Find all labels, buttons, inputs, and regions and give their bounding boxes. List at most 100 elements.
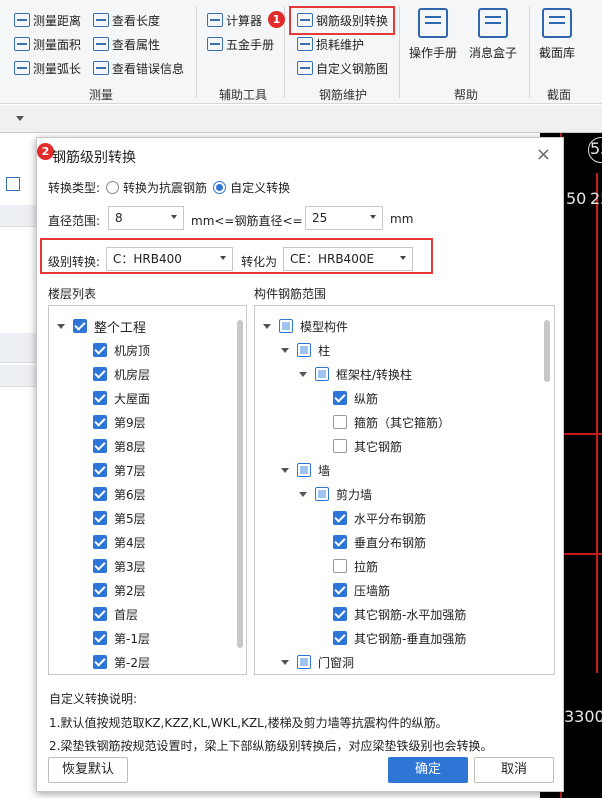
expand-caret-icon[interactable] [299,491,307,497]
floor-checkbox[interactable] [93,655,107,669]
component-checkbox[interactable] [297,343,311,357]
floor-item[interactable]: 第3层 [93,556,146,576]
component-item[interactable]: 其它钢筋 [333,436,402,456]
floor-scrollbar[interactable] [237,320,243,648]
component-checkbox[interactable] [333,559,347,573]
component-checkbox[interactable] [333,607,347,621]
restore-default-button[interactable]: 恢复默认 [48,757,128,783]
floor-item[interactable]: 大屋面 [93,388,150,408]
message-box-button[interactable]: 消息盒子 [469,8,517,61]
component-item[interactable]: 垂直分布钢筋 [333,532,426,552]
view-errors-button[interactable]: 查看错误信息 [93,58,184,78]
component-checkbox[interactable] [333,415,347,429]
component-scrollbar[interactable] [544,320,550,382]
floor-checkbox[interactable] [93,391,107,405]
component-checkbox[interactable] [279,319,293,333]
component-item[interactable]: 纵筋 [333,388,378,408]
component-checkbox[interactable] [297,655,311,669]
diameter-min-select[interactable]: 8 [108,206,184,230]
floor-item[interactable]: 机房顶 [93,340,150,360]
floor-checkbox[interactable] [93,415,107,429]
component-range-header: 构件钢筋范围 [254,287,327,301]
component-item[interactable]: 压墙筋 [333,580,390,600]
close-icon[interactable]: × [536,144,551,165]
measure-arc-button[interactable]: 测量弧长 [14,58,81,78]
floor-item[interactable]: 第6层 [93,484,146,504]
floor-checkbox[interactable] [93,463,107,477]
section-library-button[interactable]: 截面库 [539,8,575,61]
component-item[interactable]: 其它钢筋-水平加强筋 [333,604,466,624]
floor-item[interactable]: 第5层 [93,508,146,528]
floor-checkbox[interactable] [93,439,107,453]
expand-caret-icon[interactable] [263,323,271,329]
panel-tool-icon[interactable] [0,173,36,195]
component-item[interactable]: 拉筋 [333,556,378,576]
loss-maintenance-button[interactable]: 损耗维护 [297,34,364,54]
group-label-aux: 辅助工具 [219,88,268,102]
floor-checkbox[interactable] [93,607,107,621]
component-checkbox[interactable] [333,391,347,405]
measure-distance-button[interactable]: 测量距离 [14,10,81,30]
cancel-button[interactable]: 取消 [474,757,554,783]
cad-label: 25 [590,189,602,208]
floor-checkbox[interactable] [93,343,107,357]
component-item[interactable]: 模型构件 [263,316,348,336]
custom-rebar-diagram-button[interactable]: 自定义钢筋图 [297,58,388,78]
component-item[interactable]: 其它钢筋-垂直加强筋 [333,628,466,648]
floor-item[interactable]: 首层 [93,604,138,624]
floor-item-root[interactable]: 整个工程 [57,316,146,336]
floor-item[interactable]: 第9层 [93,412,146,432]
component-item[interactable]: 门窗洞 [281,652,354,672]
expand-caret-icon[interactable] [281,347,289,353]
ok-button[interactable]: 确定 [388,757,468,783]
component-checkbox[interactable] [315,487,329,501]
measure-area-button[interactable]: 测量面积 [14,34,81,54]
expand-caret-icon[interactable] [281,659,289,665]
expand-caret-icon[interactable] [57,323,65,329]
hardware-manual-button[interactable]: 五金手册 [207,34,274,54]
floor-item[interactable]: 第7层 [93,460,146,480]
component-checkbox[interactable] [333,439,347,453]
floor-item[interactable]: 第-2层 [93,652,150,672]
radio-custom-label[interactable]: 自定义转换 [230,179,290,196]
view-properties-button[interactable]: 查看属性 [93,34,160,54]
floor-item[interactable]: 第8层 [93,436,146,456]
floor-checkbox[interactable] [93,535,107,549]
floor-checkbox[interactable] [73,319,87,333]
component-checkbox[interactable] [315,367,329,381]
floor-item[interactable]: 第4层 [93,532,146,552]
floor-checkbox[interactable] [93,511,107,525]
operation-manual-button[interactable]: 操作手册 [409,8,457,61]
component-item[interactable]: 墙 [281,460,330,480]
radio-custom[interactable] [213,181,227,194]
floor-item[interactable]: 第2层 [93,580,146,600]
component-checkbox[interactable] [333,535,347,549]
floor-checkbox[interactable] [93,487,107,501]
floor-item[interactable]: 第-1层 [93,628,150,648]
component-checkbox[interactable] [333,583,347,597]
floor-checkbox[interactable] [93,559,107,573]
floor-checkbox[interactable] [93,583,107,597]
view-length-button[interactable]: 查看长度 [93,10,160,30]
expand-caret-icon[interactable] [299,371,307,377]
component-item[interactable]: 箍筋（其它箍筋） [333,412,450,432]
floor-checkbox[interactable] [93,631,107,645]
component-item[interactable]: 剪力墙 [299,484,372,504]
grade-to-select[interactable]: CE：HRB400E [283,247,413,271]
floor-checkbox[interactable] [93,367,107,381]
component-checkbox[interactable] [333,631,347,645]
component-item[interactable]: 框架柱/转换柱 [299,364,412,384]
floor-item[interactable]: 机房层 [93,364,150,384]
dropdown-arrow-icon[interactable] [16,116,24,121]
component-item[interactable]: 柱 [281,340,330,360]
floor-label: 第5层 [114,511,146,526]
component-item[interactable]: 水平分布钢筋 [333,508,426,528]
radio-seismic[interactable] [106,181,120,194]
diameter-max-select[interactable]: 25 [305,206,383,230]
component-checkbox[interactable] [297,463,311,477]
radio-seismic-label[interactable]: 转换为抗震钢筋 [123,179,207,196]
component-checkbox[interactable] [333,511,347,525]
expand-caret-icon[interactable] [281,467,289,473]
grade-from-select[interactable]: C：HRB400 [106,247,233,271]
calculator-button[interactable]: 计算器 [207,10,262,30]
